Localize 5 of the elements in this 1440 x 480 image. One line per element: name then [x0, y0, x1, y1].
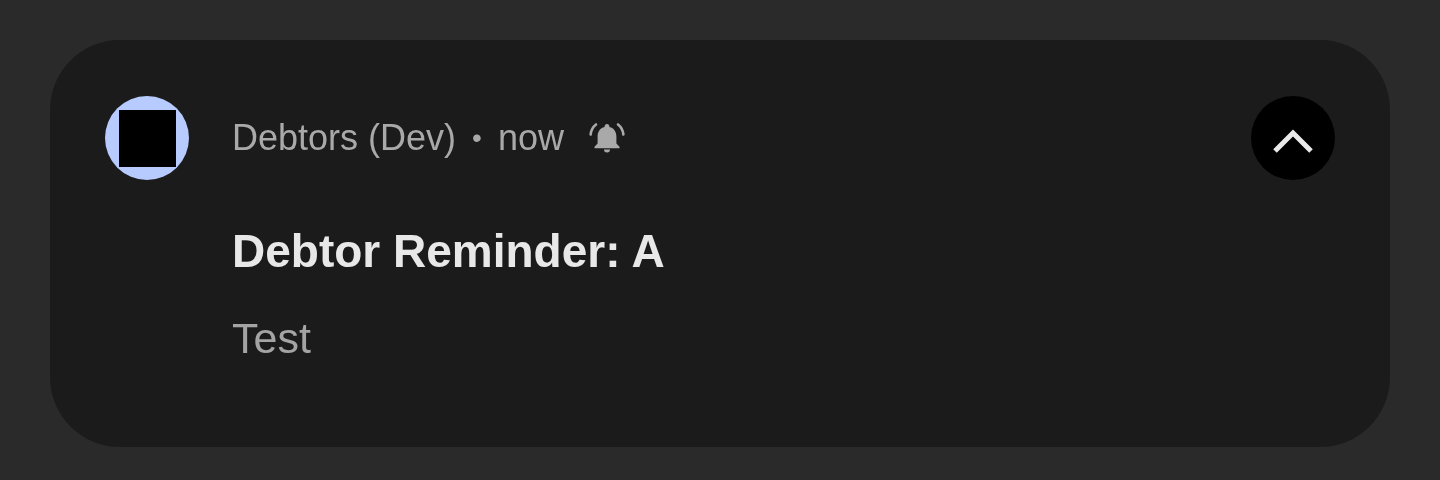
- notification-title: Debtor Reminder: A: [232, 224, 666, 278]
- notification-body: Test: [232, 314, 312, 363]
- separator-dot: •: [472, 122, 482, 154]
- app-name: Debtors (Dev): [232, 117, 457, 159]
- timestamp: now: [497, 117, 564, 159]
